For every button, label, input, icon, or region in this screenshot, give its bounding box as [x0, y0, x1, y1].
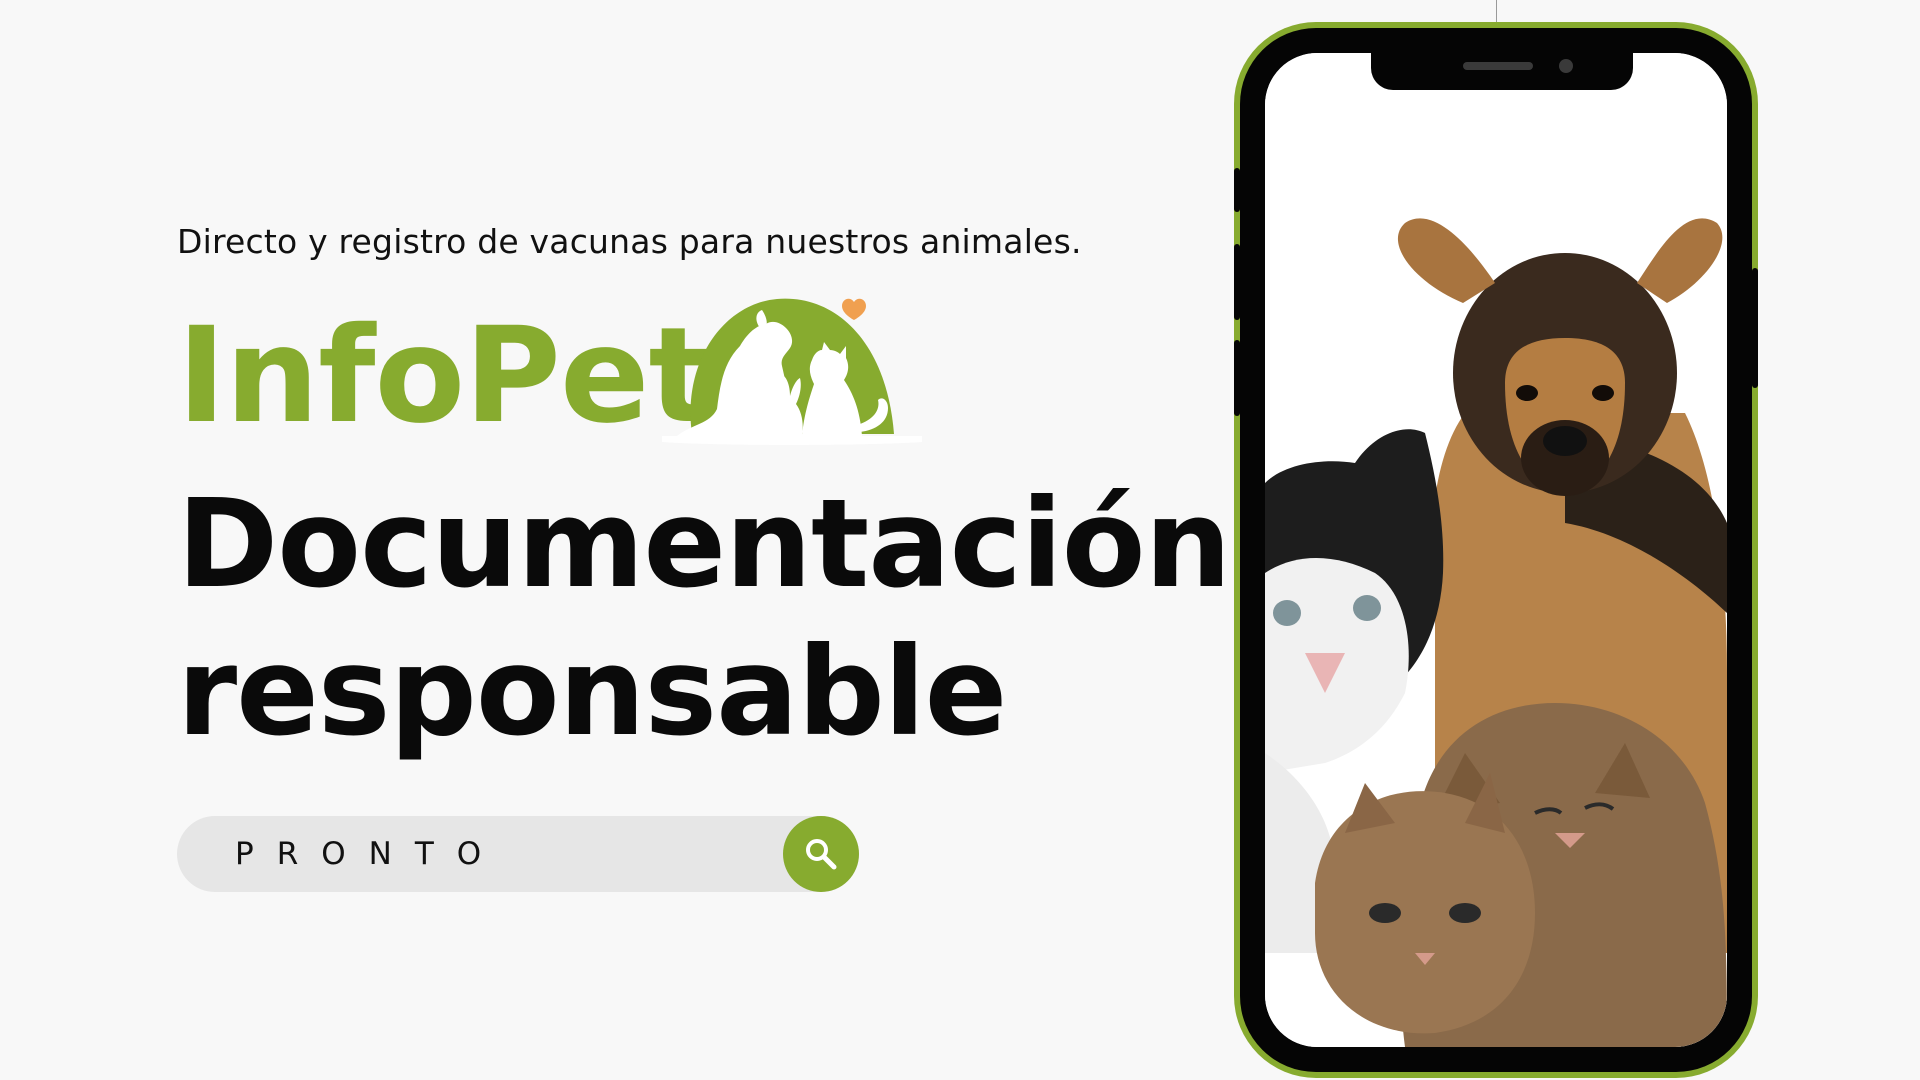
headline-line-2: responsable [177, 621, 1007, 763]
phone-volume-up-button [1234, 244, 1240, 320]
phone-bezel [1234, 28, 1758, 1072]
slide: Directo y registro de vacunas para nuest… [0, 0, 1920, 1080]
hanging-line [1496, 0, 1497, 22]
phone-screen [1265, 53, 1727, 1047]
tagline: Directo y registro de vacunas para nuest… [177, 222, 1082, 261]
phone-power-button [1752, 268, 1758, 388]
headline: Documentación responsable [177, 470, 1231, 766]
brand-name: InfoPet [177, 299, 712, 453]
puppy-and-kittens-photo [1265, 53, 1727, 1047]
phone-side-button [1234, 168, 1240, 212]
pets-silhouette-logo [662, 298, 922, 445]
phone-mockup [1234, 22, 1758, 1078]
heart-icon [842, 298, 866, 320]
search-button[interactable] [783, 816, 859, 892]
headline-line-1: Documentación [177, 473, 1231, 615]
phone-notch [1371, 52, 1633, 90]
phone-speaker [1463, 62, 1533, 70]
phone-camera [1559, 59, 1573, 73]
phone-volume-down-button [1234, 340, 1240, 416]
search-icon [806, 839, 837, 870]
search-bar[interactable]: PRONTO [177, 816, 859, 892]
search-text: PRONTO [235, 836, 505, 872]
